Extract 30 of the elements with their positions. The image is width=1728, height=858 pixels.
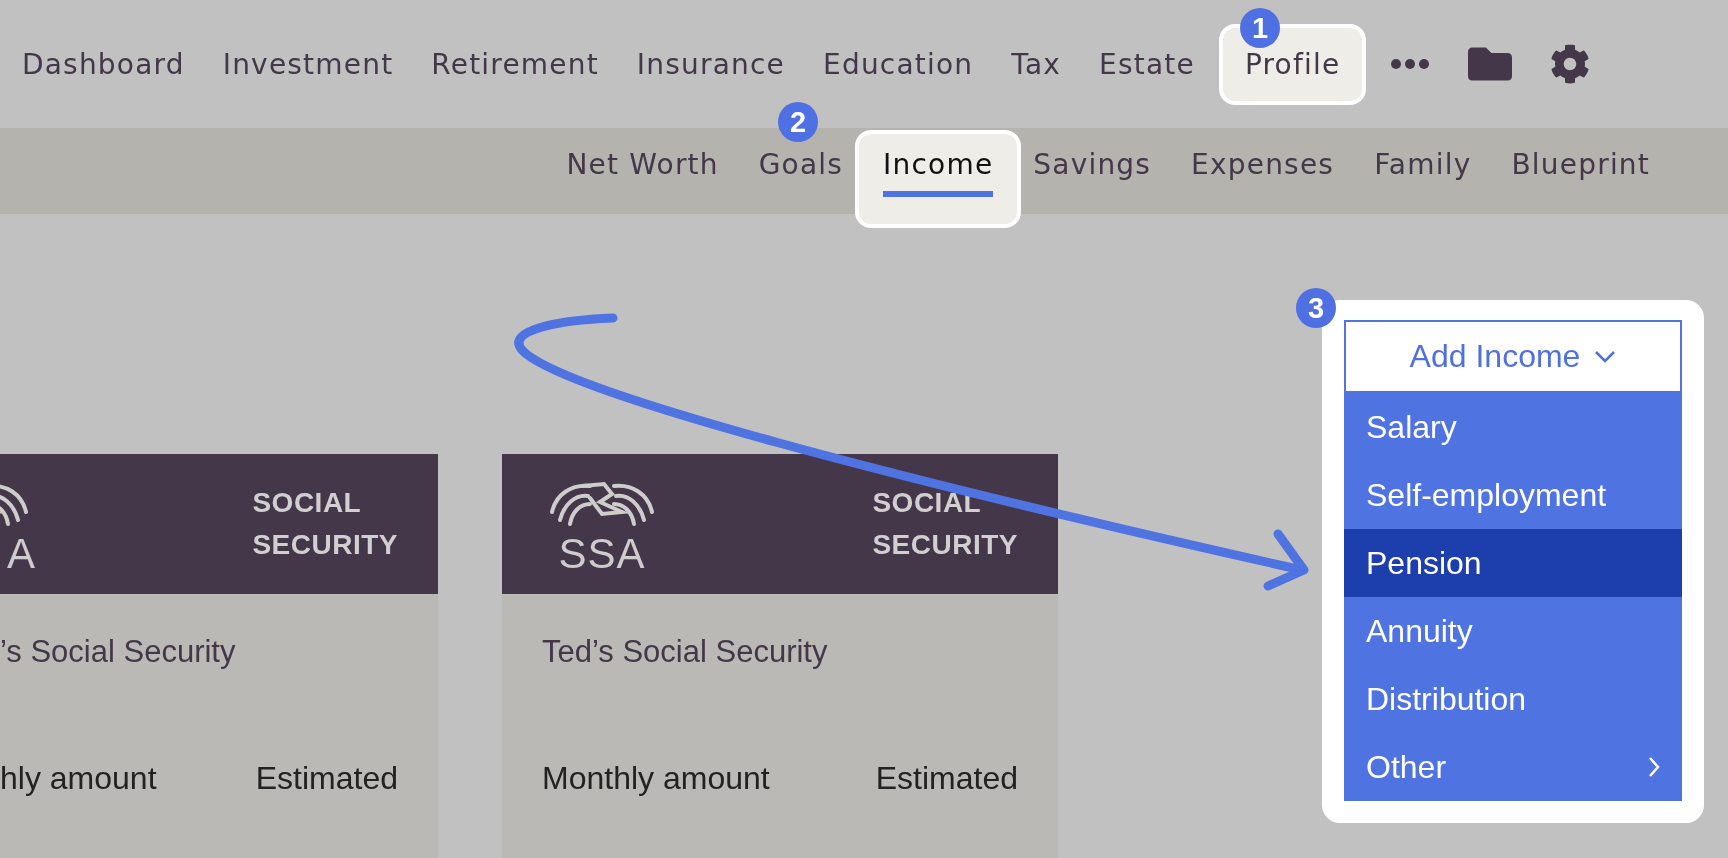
chevron-icon [1594, 350, 1617, 363]
amount-value: Estimated [875, 760, 1018, 797]
settings-icon[interactable] [1550, 44, 1591, 84]
sub-tab[interactable]: Savings [1033, 148, 1152, 181]
add-income-button[interactable]: Add Income [1344, 320, 1682, 393]
step-badge: 3 [1296, 288, 1336, 328]
logo-text: SSA [558, 532, 646, 576]
amount-label: hly amount [0, 760, 157, 797]
nav-tab[interactable]: Education [823, 47, 974, 81]
nav-tab[interactable]: Retirement [431, 47, 599, 81]
nav-tab[interactable]: Tax [1011, 47, 1062, 81]
sub-tab[interactable]: Net Worth [566, 148, 719, 181]
chevron-right-icon [1648, 756, 1660, 778]
amount-label: Monthly amount [542, 760, 770, 797]
card-title: ’s Social Security [0, 634, 236, 669]
sub-tab[interactable]: Family [1374, 148, 1472, 181]
nav-tab[interactable]: Investment [222, 47, 394, 81]
nav-tab[interactable]: Estate [1099, 47, 1195, 81]
nav-tab[interactable]: Insurance [636, 47, 786, 81]
sub-tab[interactable]: Goals [758, 148, 844, 181]
sub-tab[interactable]: Blueprint [1511, 148, 1650, 181]
nav-tab[interactable]: Dashboard [22, 47, 185, 81]
sub-tab[interactable]: Expenses [1191, 148, 1335, 181]
more-icon[interactable] [1390, 58, 1431, 70]
card-heading: SOCIAL SECURITY [252, 486, 398, 562]
menu-item[interactable]: Pension [1344, 529, 1682, 597]
card-title: Ted’s Social Security [542, 634, 828, 669]
card-heading: SOCIAL SECURITY [872, 486, 1018, 562]
logo-text: A [7, 532, 36, 576]
amount-value: Estimated [255, 760, 398, 797]
